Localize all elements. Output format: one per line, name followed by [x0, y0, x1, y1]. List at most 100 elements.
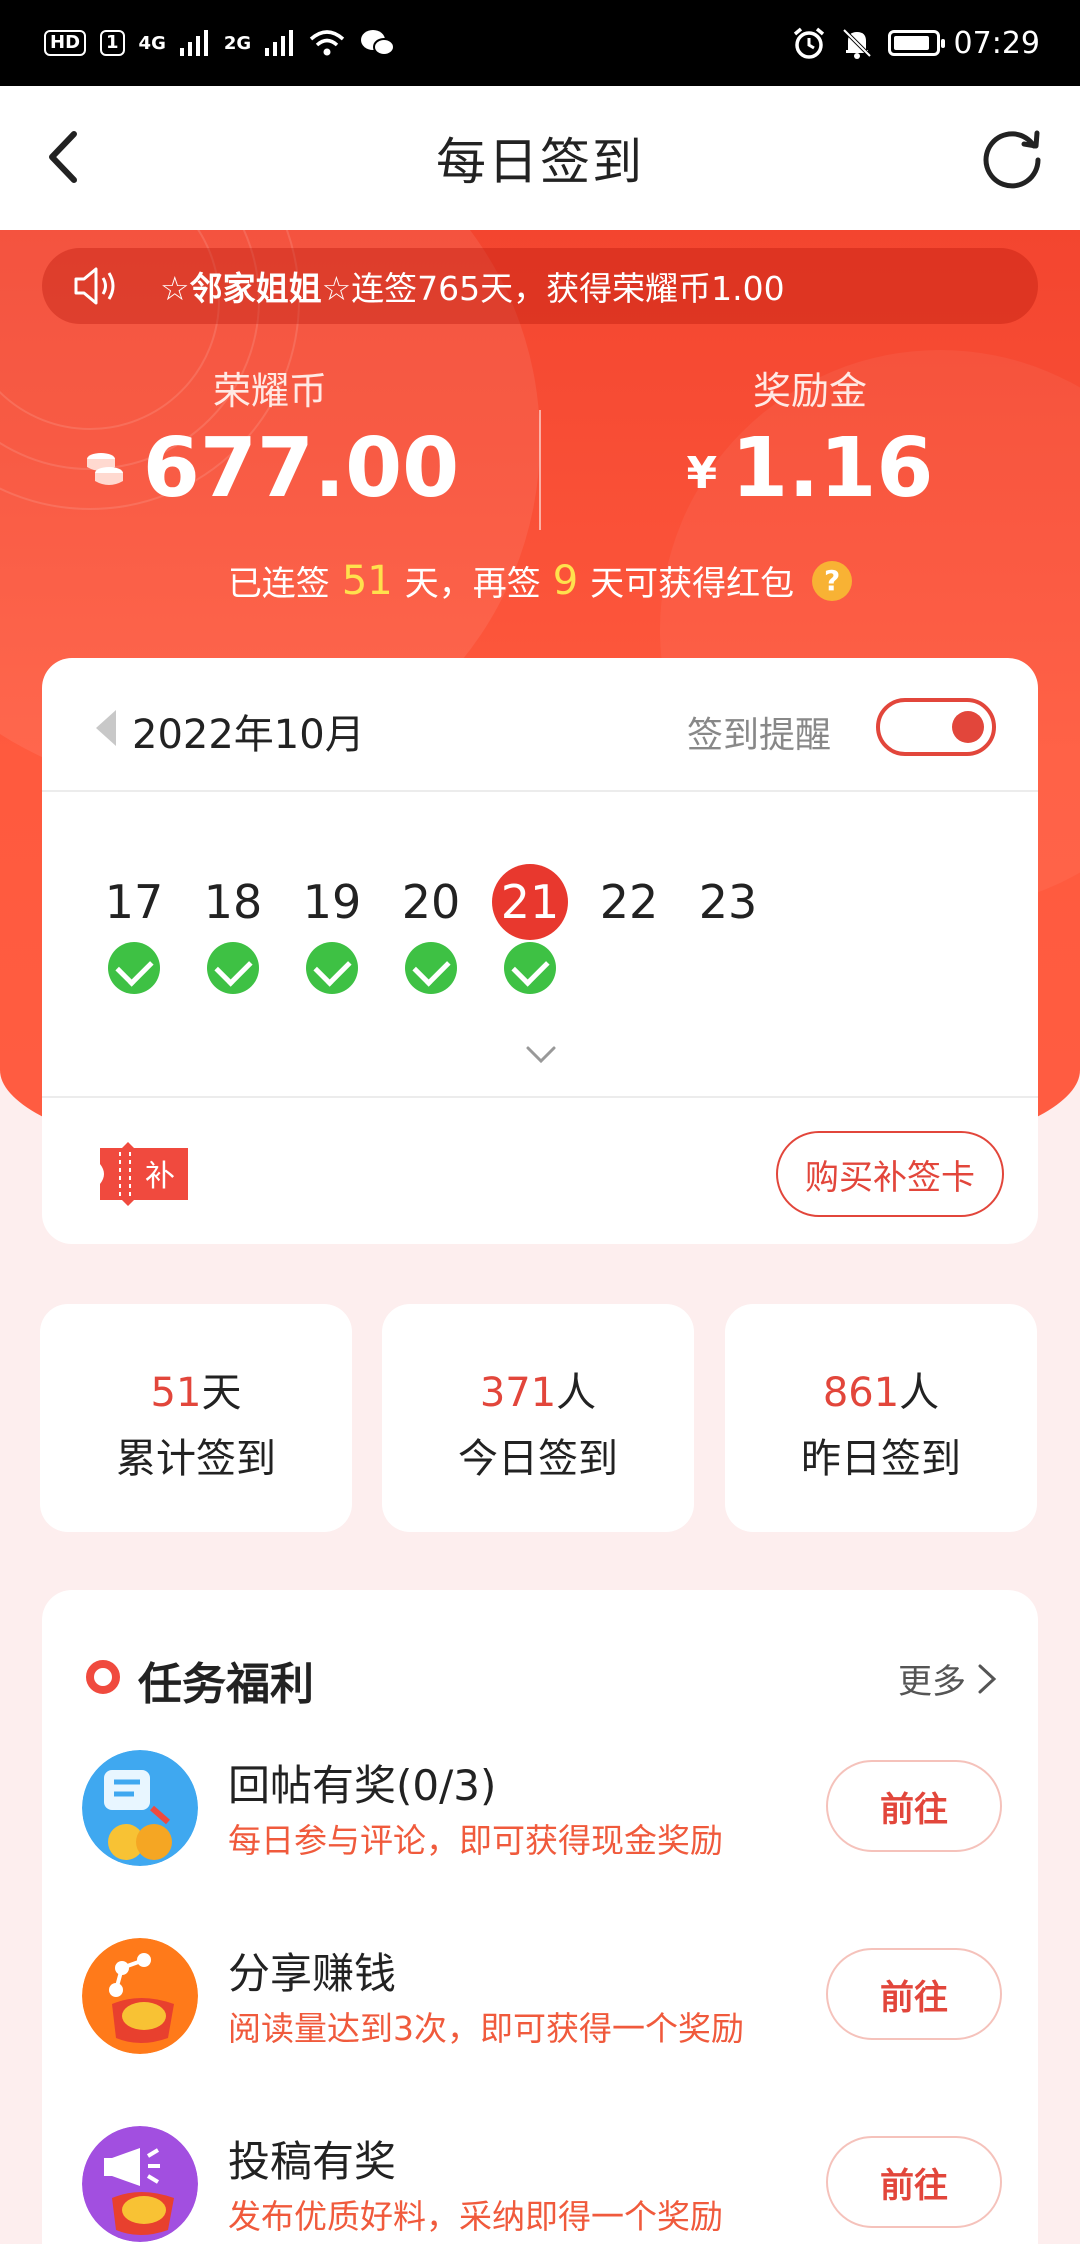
buy-makeup-card-button[interactable]: 购买补签卡	[776, 1131, 1004, 1217]
calendar-day[interactable]: 19	[282, 864, 382, 994]
day-number: 21	[492, 864, 568, 940]
go-button[interactable]: 前往	[826, 2136, 1002, 2228]
status-bar: HD 1 4G 2G 07:29	[0, 0, 1080, 86]
stat-divider	[539, 410, 541, 530]
status-bar-left: HD 1 4G 2G	[44, 28, 396, 58]
expand-chevron-icon[interactable]	[524, 1038, 558, 1072]
hd-badge: HD	[44, 30, 87, 56]
comment-reward-icon	[82, 1750, 198, 1866]
summary-label: 累计签到	[116, 1436, 276, 1482]
checkmark-icon	[504, 942, 556, 994]
calendar-day[interactable]: 20	[381, 864, 481, 994]
summary-number: 371	[479, 1370, 557, 1416]
marquee-user-name: ☆邻家姐姐☆	[160, 269, 352, 308]
calendar-header: 2022年10月 签到提醒	[42, 658, 1038, 792]
task-item: 回帖有奖(0/3) 每日参与评论，即可获得现金奖励 前往	[42, 1750, 1038, 1910]
task-rewards-card: 任务福利 更多 回帖有奖(0/3) 每日参与评论，即可获得现金奖励 前往 分享赚…	[42, 1590, 1038, 2244]
calendar-day[interactable]: 18	[183, 864, 283, 994]
day-number: 19	[302, 875, 362, 929]
currency-symbol: ¥	[686, 448, 718, 499]
go-button[interactable]: 前往	[826, 1760, 1002, 1852]
coins-value: 677.00	[142, 421, 460, 516]
summary-label: 今日签到	[458, 1436, 618, 1482]
summary-number: 51	[150, 1370, 202, 1416]
signal-icon	[265, 30, 294, 56]
go-button[interactable]: 前往	[826, 1948, 1002, 2040]
bonus-value-row: ¥ 1.16	[600, 421, 1020, 516]
streak-info: 已连签 51 天，再签 9 天可获得红包 ?	[0, 556, 1080, 605]
coins-stat: 荣耀币 677.00	[60, 360, 480, 516]
toggle-knob	[952, 711, 984, 743]
day-number: 17	[104, 875, 164, 929]
calendar-day[interactable]: 21	[480, 864, 580, 994]
balance-summary: 荣耀币 677.00 奖励金 ¥ 1.16	[0, 360, 1080, 550]
week-days-row: 17 18 19 20 21 22 23	[42, 864, 1038, 1004]
summary-unit: 人	[899, 1370, 940, 1416]
nav-bar: 每日签到	[0, 86, 1080, 230]
speaker-icon	[74, 267, 115, 305]
section-dot-icon	[86, 1660, 120, 1694]
checkmark-icon	[405, 942, 457, 994]
summary-value: 861人	[725, 1360, 1037, 1418]
calendar-day[interactable]: 23	[678, 864, 778, 940]
reminder-toggle[interactable]	[876, 698, 996, 756]
bonus-stat: 奖励金 ¥ 1.16	[600, 360, 1020, 516]
summary-box: 371人今日签到	[382, 1304, 694, 1532]
makeup-card-icon: 补	[100, 1142, 188, 1206]
summary-label: 昨日签到	[801, 1436, 961, 1482]
bonus-value: 1.16	[731, 421, 934, 516]
mute-bell-icon	[842, 28, 871, 59]
prev-month-icon[interactable]	[96, 710, 116, 746]
summary-value: 371人	[382, 1360, 694, 1418]
share-reward-icon	[82, 1938, 198, 2054]
page-title: 每日签到	[436, 133, 644, 191]
reminder-label: 签到提醒	[687, 715, 832, 756]
checkmark-icon	[108, 942, 160, 994]
day-number: 18	[203, 875, 263, 929]
day-number: 23	[698, 875, 758, 929]
clock-time: 07:29	[953, 25, 1040, 61]
announcement-marquee: ☆邻家姐姐☆ 连签765天，获得荣耀币1.00	[42, 248, 1038, 324]
summary-value: 51天	[40, 1360, 352, 1418]
streak-prefix: 已连签	[227, 564, 330, 604]
wechat-icon	[361, 30, 396, 56]
calendar-day[interactable]: 17	[84, 864, 184, 994]
coin-stack-icon	[86, 452, 123, 485]
task-name: 投稿有奖	[228, 2137, 397, 2186]
streak-suffix: 天可获得红包	[590, 564, 795, 604]
marquee-text: 连签765天，获得荣耀币1.00	[351, 269, 785, 308]
day-number: 22	[599, 875, 659, 929]
alarm-icon	[793, 27, 824, 59]
status-bar-right: 07:29	[792, 26, 1040, 61]
network-4g-label: 4G	[138, 32, 166, 54]
more-label: 更多	[898, 1662, 966, 1702]
checkmark-icon	[306, 942, 358, 994]
network-2g-label: 2G	[223, 32, 252, 54]
help-icon[interactable]: ?	[812, 560, 853, 601]
calendar-month: 2022年10月	[132, 712, 365, 758]
makeup-card-text: 补	[145, 1159, 175, 1194]
refresh-icon[interactable]	[974, 120, 1050, 196]
sim1-badge: 1	[100, 30, 125, 56]
calendar-day[interactable]: 22	[579, 864, 679, 940]
summary-box: 51天累计签到	[40, 1304, 352, 1532]
more-link[interactable]: 更多	[898, 1654, 998, 1703]
task-item: 分享赚钱 阅读量达到3次，即可获得一个奖励 前往	[42, 1938, 1038, 2098]
streak-days: 51	[341, 557, 393, 604]
summary-number: 861	[822, 1370, 900, 1416]
task-item: 投稿有奖 发布优质好料，采纳即得一个奖励 前往	[42, 2126, 1038, 2244]
task-name: 分享赚钱	[228, 1949, 397, 1998]
task-name: 回帖有奖(0/3)	[228, 1761, 497, 1810]
coins-value-row: 677.00	[60, 421, 480, 516]
coins-label: 荣耀币	[212, 369, 327, 413]
bonus-label: 奖励金	[752, 369, 867, 413]
battery-icon	[887, 30, 945, 56]
signal-icon	[179, 30, 208, 56]
submit-reward-icon	[82, 2126, 198, 2242]
streak-mid: 天，再签	[404, 564, 541, 604]
summary-unit: 人	[556, 1370, 597, 1416]
divider	[42, 1096, 1038, 1098]
wifi-icon	[310, 30, 345, 56]
back-arrow-icon[interactable]	[30, 122, 100, 192]
chevron-right-icon	[978, 1664, 997, 1693]
